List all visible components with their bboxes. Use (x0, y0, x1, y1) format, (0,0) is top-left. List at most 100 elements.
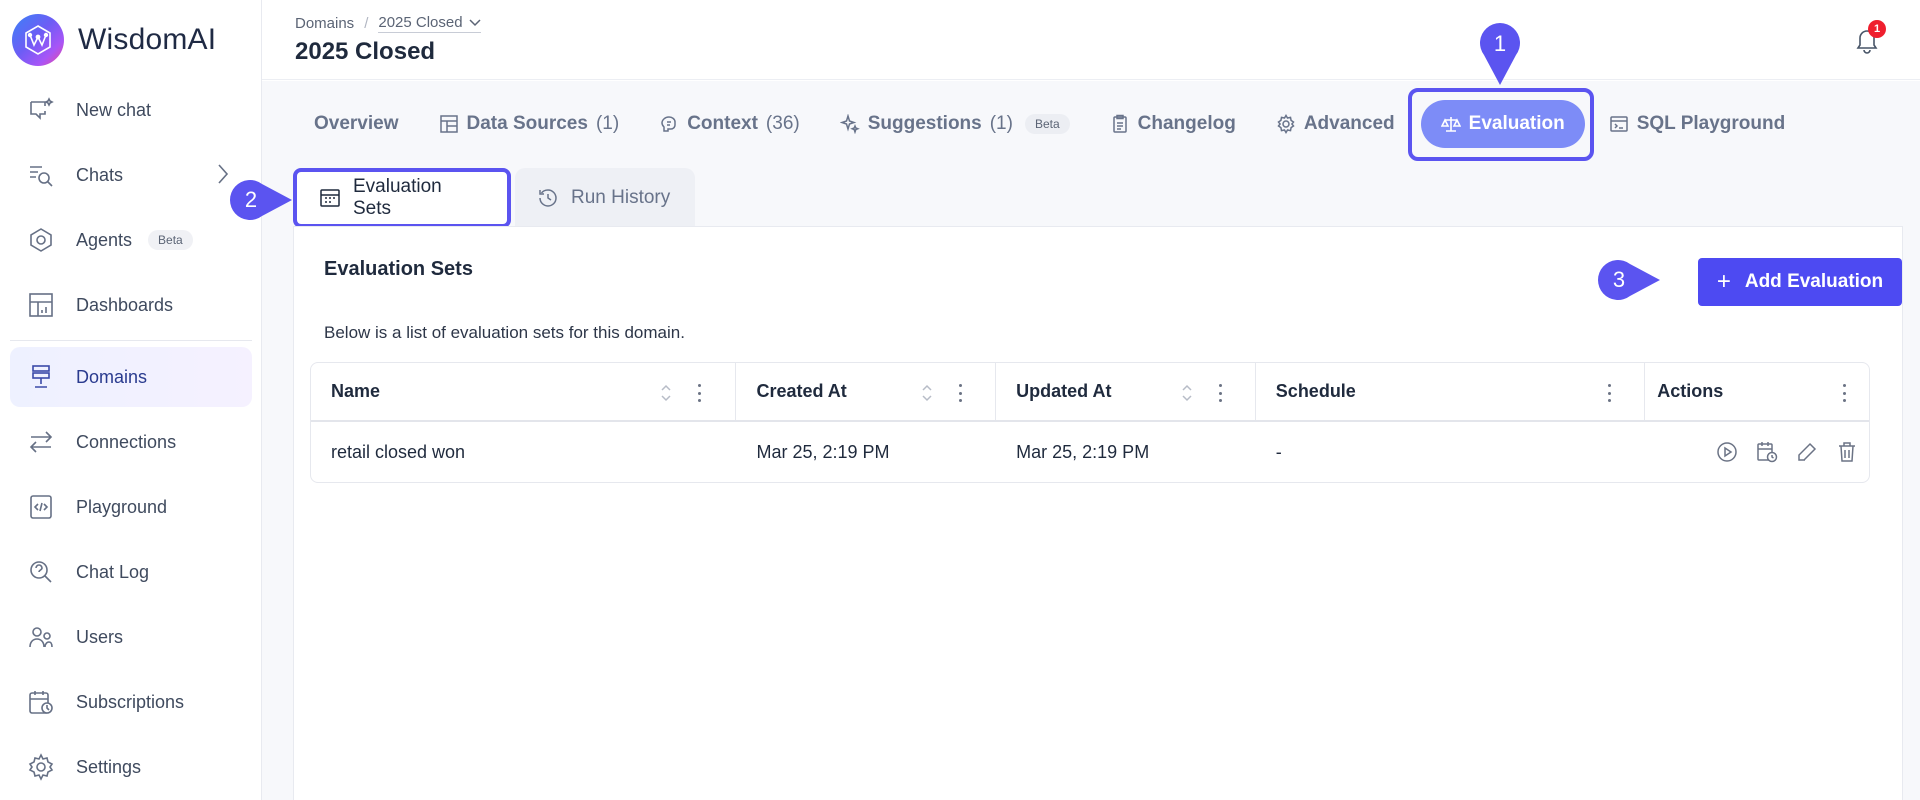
card-title: Evaluation Sets (324, 258, 473, 280)
add-evaluation-label: Add Evaluation (1744, 271, 1884, 292)
tab-label: Context (687, 113, 758, 134)
column-header-actions[interactable]: Actions (1645, 363, 1869, 420)
row-actions (1715, 440, 1859, 464)
sidebar-item-label: Dashboards (76, 294, 174, 315)
tab-label: Data Sources (466, 113, 588, 134)
tab-overview[interactable]: Overview (294, 100, 419, 148)
breadcrumb-domain-selector[interactable]: 2025 Closed (378, 14, 481, 33)
page-title: 2025 Closed (295, 38, 436, 65)
settings-icon (26, 752, 56, 782)
sidebar-item-playground[interactable]: Playground (10, 477, 252, 537)
subtab-evaluation-sets[interactable]: Evaluation Sets (293, 168, 511, 228)
callout-number: 1 (1493, 31, 1507, 56)
sidebar-item-label: Subscriptions (76, 691, 185, 712)
evaluation-sets-table: Name Created At Updated At Schedule Acti… (310, 362, 1870, 483)
breadcrumb-separator: / (364, 15, 369, 32)
cell-schedule: - (1275, 441, 1282, 462)
sidebar-item-label: Users (76, 626, 124, 647)
sidebar-item-new-chat[interactable]: New chat (10, 80, 252, 140)
sidebar-item-label: Settings (76, 756, 142, 777)
sidebar-item-domains[interactable]: Domains (10, 347, 252, 407)
sidebar-item-agents[interactable]: Agents Beta (10, 210, 252, 270)
edit-icon[interactable] (1795, 440, 1819, 464)
subtab-label: Evaluation Sets (353, 176, 442, 219)
sidebar: WisdomAI New chat Chats Agents Beta Dash… (0, 0, 262, 800)
column-header-created-at[interactable]: Created At (736, 363, 997, 420)
evaluation-sets-card: Evaluation Sets Below is a list of evalu… (293, 226, 1903, 800)
callout-number: 2 (244, 187, 258, 212)
column-header-updated-at[interactable]: Updated At (996, 363, 1256, 420)
sidebar-item-users[interactable]: Users (10, 607, 252, 667)
sidebar-item-chat-log[interactable]: Chat Log (10, 542, 252, 602)
sidebar-item-dashboards[interactable]: Dashboards (10, 275, 252, 335)
sidebar-item-label: New chat (76, 99, 152, 120)
connections-icon (26, 427, 56, 457)
gear-icon (1276, 114, 1296, 134)
evaluation-subtabs: Evaluation Sets Run History (293, 168, 695, 228)
dashboard-icon (26, 290, 56, 320)
table-header: Name Created At Updated At Schedule Acti… (311, 363, 1869, 422)
sidebar-item-label: Connections (76, 431, 177, 452)
tab-context[interactable]: Context (36) (639, 100, 820, 148)
breadcrumb-domains-link[interactable]: Domains (295, 15, 354, 32)
column-menu-icon[interactable] (696, 384, 702, 402)
column-menu-icon[interactable] (957, 384, 963, 402)
callout-marker-3: 3 (1596, 258, 1662, 302)
sidebar-item-settings[interactable]: Settings (10, 737, 252, 797)
sort-icon[interactable] (1180, 383, 1194, 403)
sidebar-item-label: Domains (76, 366, 148, 387)
tab-sql-playground[interactable]: SQL Playground (1589, 100, 1806, 148)
notification-count-badge: 1 (1868, 20, 1886, 38)
sidebar-item-label: Agents (76, 229, 133, 250)
sort-icon[interactable] (659, 383, 673, 403)
wisdomai-logo-icon (12, 14, 64, 66)
new-chat-icon (26, 95, 56, 125)
cell-updated-at: Mar 25, 2:19 PM (1016, 441, 1150, 462)
users-icon (26, 622, 56, 652)
tab-label: Changelog (1137, 113, 1236, 134)
table-row[interactable]: retail closed won Mar 25, 2:19 PM Mar 25… (311, 422, 1869, 482)
clipboard-icon (1110, 114, 1130, 134)
sidebar-item-label: Chat Log (76, 561, 150, 582)
tab-suggestions[interactable]: Suggestions (1) Beta (820, 100, 1090, 148)
domains-icon (26, 362, 56, 392)
brand[interactable]: WisdomAI (12, 14, 216, 66)
column-label: Created At (756, 381, 847, 401)
schedule-icon[interactable] (1755, 440, 1779, 464)
beta-badge: Beta (1024, 114, 1070, 134)
sidebar-divider (10, 340, 252, 341)
tab-changelog[interactable]: Changelog (1090, 100, 1256, 148)
sort-icon[interactable] (920, 383, 934, 403)
sidebar-item-label: Playground (76, 496, 168, 517)
data-sources-icon (439, 114, 459, 134)
column-menu-icon[interactable] (1217, 384, 1223, 402)
sidebar-item-chats[interactable]: Chats (10, 145, 252, 205)
top-header: Domains / 2025 Closed 2025 Closed 1 (262, 0, 1920, 80)
notifications-button[interactable]: 1 (1854, 20, 1886, 54)
sidebar-item-subscriptions[interactable]: Subscriptions (10, 672, 252, 732)
add-evaluation-button[interactable]: + Add Evaluation (1698, 258, 1902, 306)
column-label: Schedule (1275, 381, 1356, 401)
sidebar-item-connections[interactable]: Connections (10, 412, 252, 472)
delete-icon[interactable] (1835, 440, 1859, 464)
agents-icon (26, 225, 56, 255)
breadcrumb-current-label: 2025 Closed (378, 14, 463, 31)
evaluation-tab-highlight (1408, 88, 1594, 161)
tab-label: Overview (314, 113, 399, 134)
column-menu-icon[interactable] (1841, 384, 1847, 402)
column-header-name[interactable]: Name (311, 363, 737, 420)
tab-label: Suggestions (867, 113, 982, 134)
sidebar-nav: New chat Chats Agents Beta Dashboards Do… (10, 80, 252, 800)
tab-count: (1) (595, 113, 620, 134)
subtab-run-history[interactable]: Run History (515, 168, 695, 228)
run-icon[interactable] (1715, 440, 1739, 464)
beta-badge: Beta (148, 230, 193, 250)
column-label: Name (331, 381, 381, 401)
column-menu-icon[interactable] (1607, 384, 1613, 402)
tab-advanced[interactable]: Advanced (1256, 100, 1415, 148)
subtab-label: Run History (571, 187, 671, 208)
tab-data-sources[interactable]: Data Sources (1) (419, 100, 640, 148)
tab-count: (36) (765, 113, 800, 134)
sidebar-item-label: Chats (76, 164, 124, 185)
column-header-schedule[interactable]: Schedule (1256, 363, 1646, 420)
